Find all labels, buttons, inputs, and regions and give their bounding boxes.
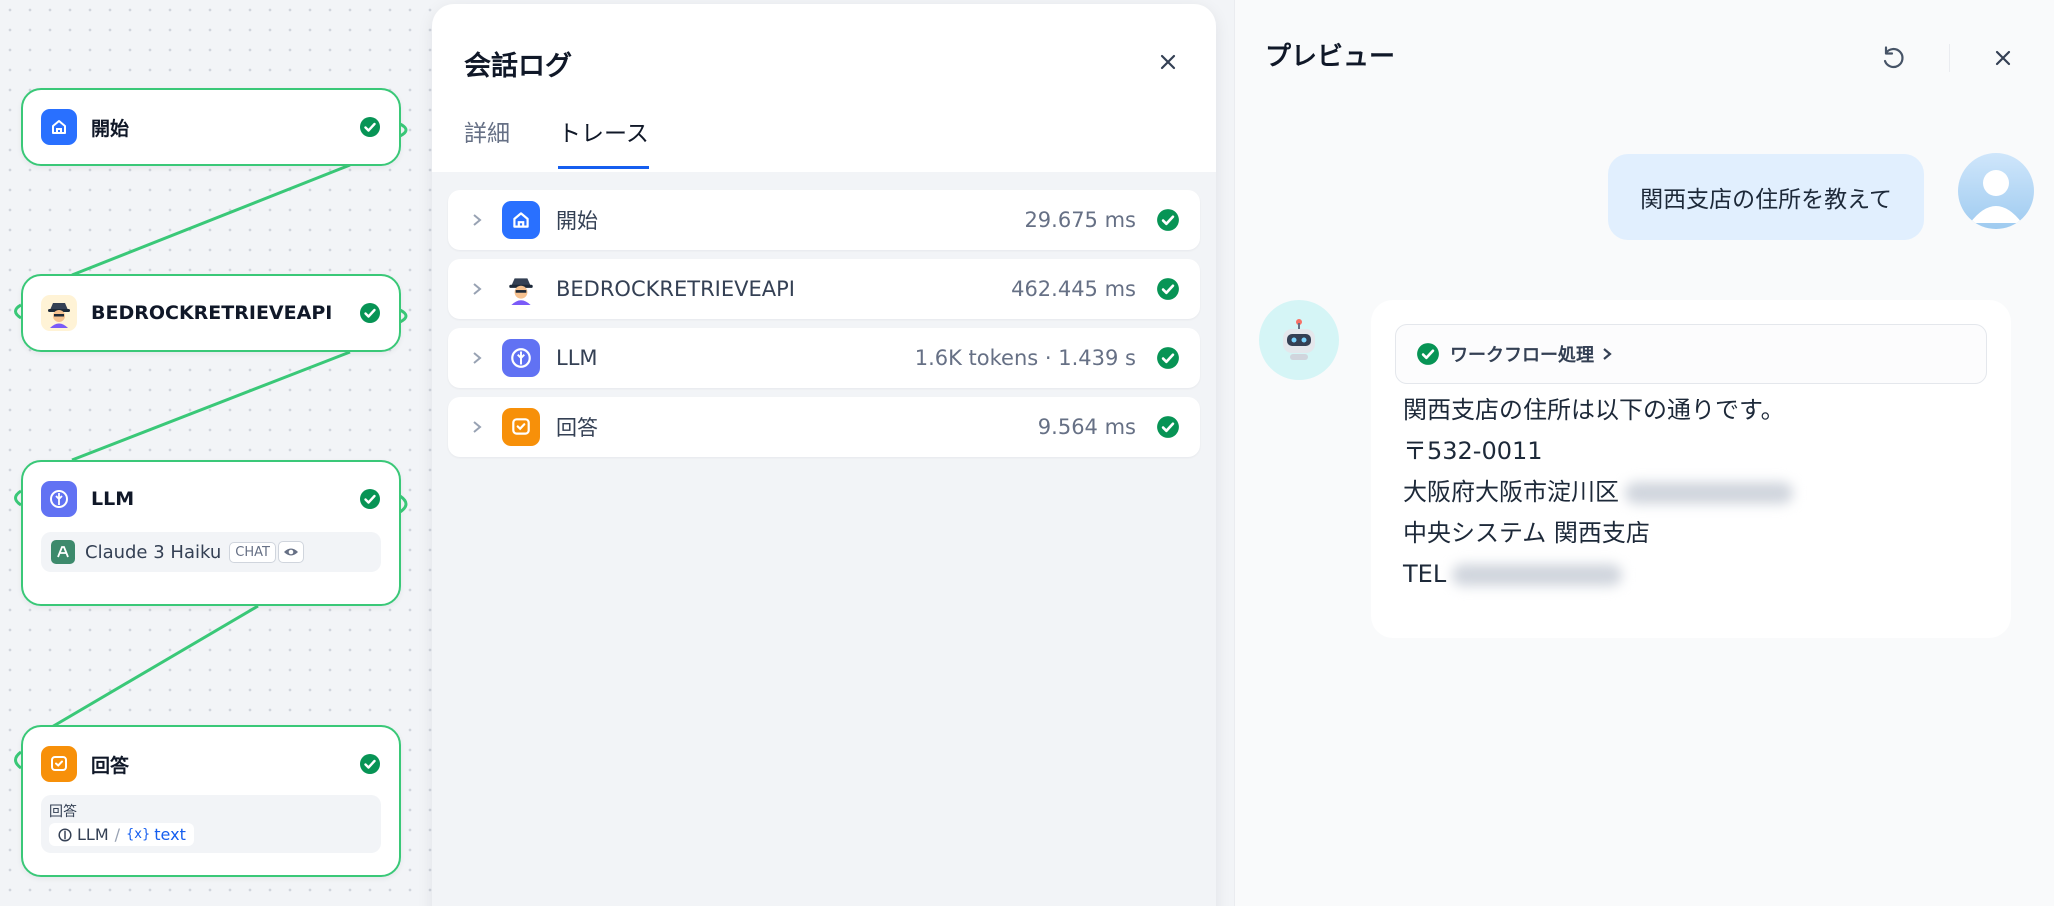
answer-line: TEL <box>1403 560 1447 588</box>
node-title: 開始 <box>91 117 130 140</box>
success-check-icon <box>360 303 380 323</box>
trace-row-llm[interactable]: LLM 1.6K tokens · 1.439 s <box>448 328 1200 388</box>
log-tabs: 詳細 トレース <box>464 114 697 169</box>
variable-chip[interactable]: LLM / {x} text <box>49 823 194 846</box>
answer-line: 大阪府大阪市淀川区 <box>1403 478 1619 506</box>
answer-icon <box>41 746 77 782</box>
home-icon <box>502 201 540 239</box>
tab-details[interactable]: 詳細 <box>464 114 510 169</box>
tab-trace[interactable]: トレース <box>558 114 649 169</box>
trace-list: 開始 29.675 ms BEDROCKRETRIEVEAPI 462.445 … <box>432 172 1216 906</box>
trace-name: 開始 <box>556 209 598 233</box>
success-check-icon <box>1157 278 1179 300</box>
success-check-icon <box>360 754 380 774</box>
success-check-icon <box>1157 209 1179 231</box>
mode-badge: CHAT <box>229 541 276 563</box>
close-preview-button[interactable] <box>1987 42 2019 74</box>
variable-separator: / <box>114 825 121 844</box>
home-icon <box>41 109 77 145</box>
close-icon <box>1995 50 2011 66</box>
model-selector[interactable]: Claude 3 Haiku CHAT <box>41 532 381 572</box>
trace-duration: 462.445 ms <box>1011 277 1136 301</box>
eye-icon[interactable] <box>277 541 304 563</box>
trace-duration: 9.564 ms <box>1037 415 1136 439</box>
answer-line: 中央システム 関西支店 <box>1403 519 1650 547</box>
success-check-icon <box>1417 343 1439 365</box>
user-icon <box>1970 170 2022 223</box>
node-answer[interactable]: 回答 回答 LLM / {x} text <box>21 725 401 877</box>
trace-row-start[interactable]: 開始 29.675 ms <box>448 190 1200 250</box>
trace-name: LLM <box>556 346 598 370</box>
workflow-process-toggle[interactable]: ワークフロー処理 <box>1395 324 1987 384</box>
refresh-icon <box>1883 46 1904 69</box>
close-icon <box>1160 54 1176 70</box>
success-check-icon <box>1157 347 1179 369</box>
robot-icon <box>1283 319 1315 360</box>
redacted-text <box>1625 481 1793 504</box>
user-message: 関西支店の住所を教えて <box>1608 154 1924 240</box>
success-check-icon <box>360 117 380 137</box>
answer-icon <box>502 408 540 446</box>
node-bedrock[interactable]: BEDROCKRETRIEVEAPI <box>21 274 401 352</box>
model-name: Claude 3 Haiku <box>85 541 222 563</box>
success-check-icon <box>1157 416 1179 438</box>
detective-icon <box>502 270 540 308</box>
chevron-right-icon <box>473 214 482 226</box>
trace-tokens-duration: 1.6K tokens · 1.439 s <box>914 346 1136 370</box>
preview-panel: プレビュー 関西支店の住所を教えて ワークフロー処理 関西支店の住所は以下の通り… <box>1234 0 2054 906</box>
node-title: LLM <box>91 488 135 510</box>
answer-field: 回答 LLM / {x} text <box>41 795 381 853</box>
workflow-label: ワークフロー処理 <box>1450 345 1594 366</box>
node-title: 回答 <box>91 754 130 777</box>
restart-button[interactable] <box>1877 42 1909 74</box>
trace-row-bedrock[interactable]: BEDROCKRETRIEVEAPI 462.445 ms <box>448 259 1200 319</box>
node-start[interactable]: 開始 <box>21 88 401 166</box>
close-button[interactable] <box>1152 46 1184 78</box>
variable-name: text <box>154 825 186 844</box>
answer-text: 関西支店の住所は以下の通りです。 〒532-0011 大阪府大阪市淀川区 中央シ… <box>1395 384 1987 595</box>
anthropic-icon <box>51 540 75 564</box>
success-check-icon <box>360 489 380 509</box>
chevron-right-icon <box>473 352 482 364</box>
llm-icon <box>502 339 540 377</box>
workflow-canvas[interactable]: 開始 BEDROCKRETRIEVEAPI LLM Claude 3 Haiku… <box>0 0 432 906</box>
answer-line: 関西支店の住所は以下の通りです。 <box>1403 396 1785 424</box>
trace-duration: 29.675 ms <box>1024 208 1136 232</box>
chevron-right-icon <box>473 421 482 433</box>
answer-field-label: 回答 <box>49 804 77 820</box>
redacted-text <box>1452 563 1623 586</box>
chevron-right-icon <box>1603 348 1612 360</box>
variable-prefix: {x} <box>126 827 151 842</box>
header-divider <box>1949 44 1950 72</box>
llm-icon <box>41 481 77 517</box>
detective-icon <box>41 295 77 331</box>
trace-name: BEDROCKRETRIEVEAPI <box>556 277 795 301</box>
user-avatar <box>1958 153 2034 229</box>
trace-name: 回答 <box>556 416 598 440</box>
bot-message: ワークフロー処理 関西支店の住所は以下の通りです。 〒532-0011 大阪府大… <box>1371 300 2011 638</box>
preview-title: プレビュー <box>1265 42 1396 72</box>
trace-row-answer[interactable]: 回答 9.564 ms <box>448 397 1200 457</box>
llm-icon <box>58 827 72 842</box>
node-title: BEDROCKRETRIEVEAPI <box>91 302 333 324</box>
conversation-log-panel: 会話ログ 詳細 トレース 開始 29.675 ms BEDROCKRETRIEV… <box>432 4 1216 906</box>
panel-title: 会話ログ <box>464 51 572 82</box>
variable-source: LLM <box>77 825 109 844</box>
node-llm[interactable]: LLM Claude 3 Haiku CHAT <box>21 460 401 606</box>
chevron-right-icon <box>473 283 482 295</box>
answer-line: 〒532-0011 <box>1403 437 1543 465</box>
bot-avatar <box>1259 300 1339 380</box>
